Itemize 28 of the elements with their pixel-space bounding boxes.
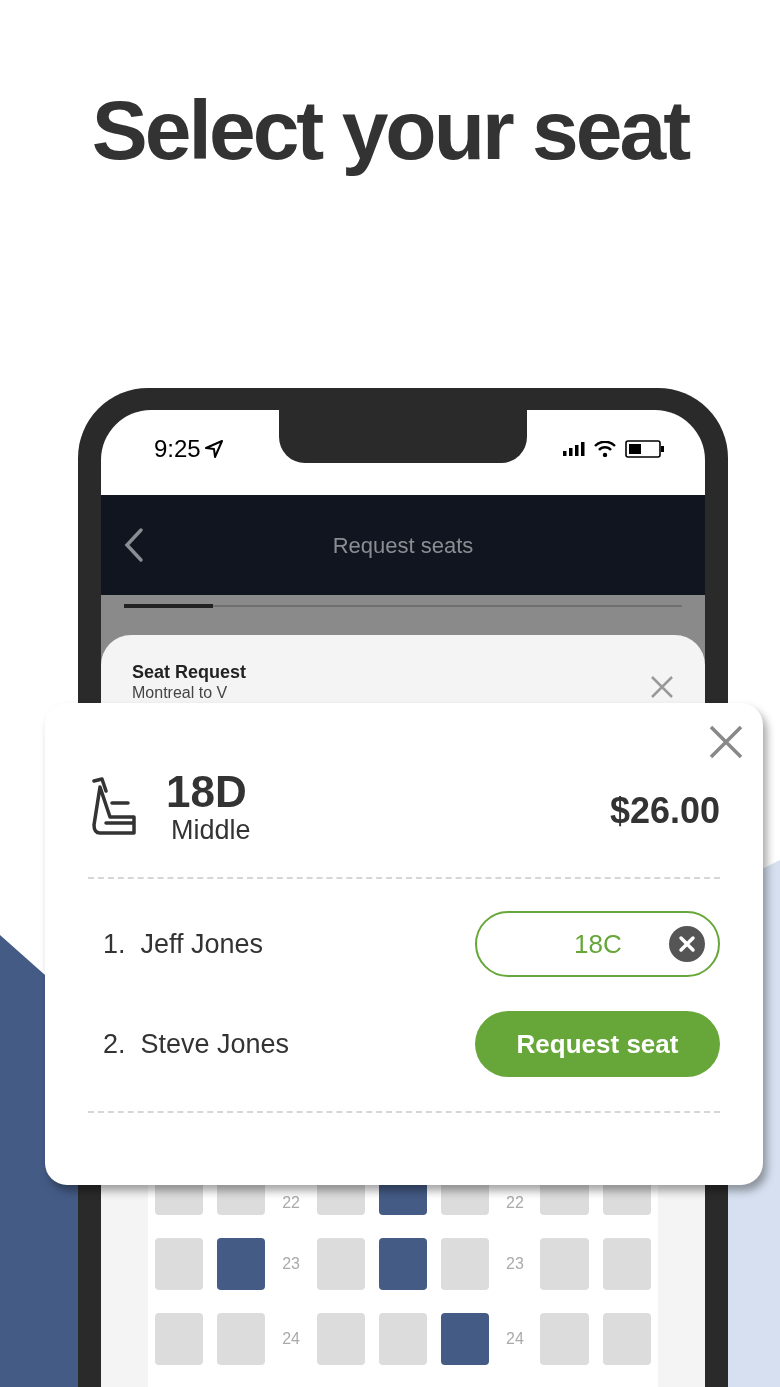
close-icon[interactable] [709,725,743,759]
seat-price: $26.00 [609,789,720,833]
card-subtitle: Montreal to V [132,683,229,703]
row-number: 24 [505,1329,525,1349]
taken-seat[interactable] [217,1238,266,1290]
row-number: 23 [505,1254,525,1274]
status-time: 9:25 [154,433,201,464]
row-number: 24 [281,1329,301,1349]
clear-icon[interactable] [668,925,706,963]
request-seat-button[interactable]: Request seat [475,1011,720,1077]
close-icon[interactable] [650,675,674,699]
seat-number: 18D [166,769,248,815]
assigned-seat-pill[interactable]: 18C [475,911,720,977]
row-number: 22 [281,1193,301,1213]
seat-type: Middle [171,815,251,845]
wifi-icon [594,440,616,457]
row-number: 22 [505,1193,525,1213]
signal-icon [563,441,585,456]
row-number: 23 [281,1254,301,1274]
assigned-seat: 18C [574,924,622,964]
taken-seat[interactable] [441,1313,490,1365]
nav-title: Request seats [331,531,475,560]
passenger-name: 2. Steve Jones [103,1027,290,1061]
location-arrow-icon [203,438,224,459]
taken-seat[interactable] [378,1238,428,1290]
battery-icon [625,439,665,458]
passenger-name: 1. Jeff Jones [103,927,264,961]
card-title: Seat Request [132,661,247,683]
